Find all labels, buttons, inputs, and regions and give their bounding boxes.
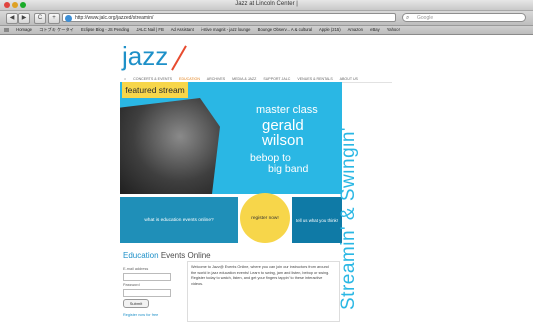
search-input[interactable]: ⌕ Google — [402, 13, 526, 22]
section-title: Education Events Online — [123, 251, 211, 260]
url-text: http://www.jalc.org/jazzed/streamin/ — [75, 15, 154, 21]
what-is-events-button[interactable]: what is education events online? — [120, 197, 238, 243]
site-logo[interactable]: jazz — [122, 41, 168, 72]
reload-button[interactable]: C — [34, 13, 46, 24]
bookmark-item[interactable]: Eclipse Blog - JS Pending — [81, 27, 129, 32]
featured-label: featured stream — [122, 82, 188, 98]
bookmark-item[interactable]: Bounge Observ... A & cultural — [258, 27, 312, 32]
add-bookmark-button[interactable]: + — [48, 13, 60, 24]
bookmarks-icon[interactable] — [4, 27, 9, 32]
email-field[interactable] — [123, 273, 171, 281]
section-title-dark: Events Online — [160, 251, 211, 260]
hero-line: big band — [268, 163, 309, 175]
section-title-blue: Education — [123, 251, 159, 260]
bookmark-item[interactable]: Apple (215) — [319, 27, 341, 32]
globe-icon — [65, 15, 72, 22]
title-bar: Jazz at Lincoln Center | — [0, 0, 533, 11]
nav-home-icon[interactable]: ⌂ — [124, 77, 126, 81]
password-field[interactable] — [123, 289, 171, 297]
bookmark-item[interactable]: Amazon — [348, 27, 363, 32]
nav-item[interactable]: VENUES & RENTALS — [297, 77, 332, 81]
search-icon: ⌕ — [406, 15, 410, 21]
back-button[interactable]: ◀ — [6, 13, 18, 24]
vertical-tagline: Streamin' & Swingin' — [338, 126, 359, 310]
welcome-text: Welcome to Jazz@ Events Online, where yo… — [191, 265, 330, 286]
feedback-button[interactable]: tell us what you think! — [292, 197, 342, 243]
forward-button[interactable]: ▶ — [18, 13, 30, 24]
bookmark-item[interactable]: Ad Assistant — [171, 27, 194, 32]
register-link[interactable]: Register now for free — [123, 313, 158, 317]
register-now-button[interactable]: register now! — [240, 193, 290, 243]
bookmark-item[interactable]: JALC Nail | FB — [136, 27, 163, 32]
password-label: Password — [123, 283, 140, 287]
nav-item-education[interactable]: EDUCATION — [179, 77, 200, 81]
hero-line: gerald — [262, 117, 304, 134]
search-placeholder: Google — [417, 15, 434, 21]
bookmark-item[interactable]: Homage — [16, 27, 32, 32]
bookmark-item[interactable]: eBay — [370, 27, 380, 32]
logo-slash-mark — [171, 45, 187, 71]
bookmark-item[interactable]: Yahoo! — [387, 27, 400, 32]
hero-line: wilson — [262, 132, 304, 149]
address-bar[interactable]: http://www.jalc.org/jazzed/streamin/ — [62, 13, 396, 22]
window-title: Jazz at Lincoln Center | — [235, 1, 298, 7]
nav-item[interactable]: CONCERTS & EVENTS — [133, 77, 172, 81]
submit-button[interactable]: Submit — [123, 299, 149, 308]
nav-item[interactable]: SUPPORT JALC — [263, 77, 290, 81]
email-label: E-mail address — [123, 267, 149, 271]
bookmark-item[interactable]: コトブキ ケータイ — [39, 27, 74, 32]
nav-item[interactable]: ABOUT US — [340, 77, 358, 81]
bookmark-item[interactable]: i-stive magnit - jazz lounge — [201, 27, 251, 32]
nav-item[interactable]: ARCHIVES — [207, 77, 225, 81]
browser-toolbar: ◀ ▶ C + http://www.jalc.org/jazzed/strea… — [0, 11, 533, 26]
hero-line: master class — [256, 104, 318, 116]
bookmarks-bar: Homage コトブキ ケータイ Eclipse Blog - JS Pendi… — [0, 26, 533, 35]
musician-photo — [120, 98, 220, 194]
nav-item[interactable]: MEDIA & JAZZ — [232, 77, 256, 81]
